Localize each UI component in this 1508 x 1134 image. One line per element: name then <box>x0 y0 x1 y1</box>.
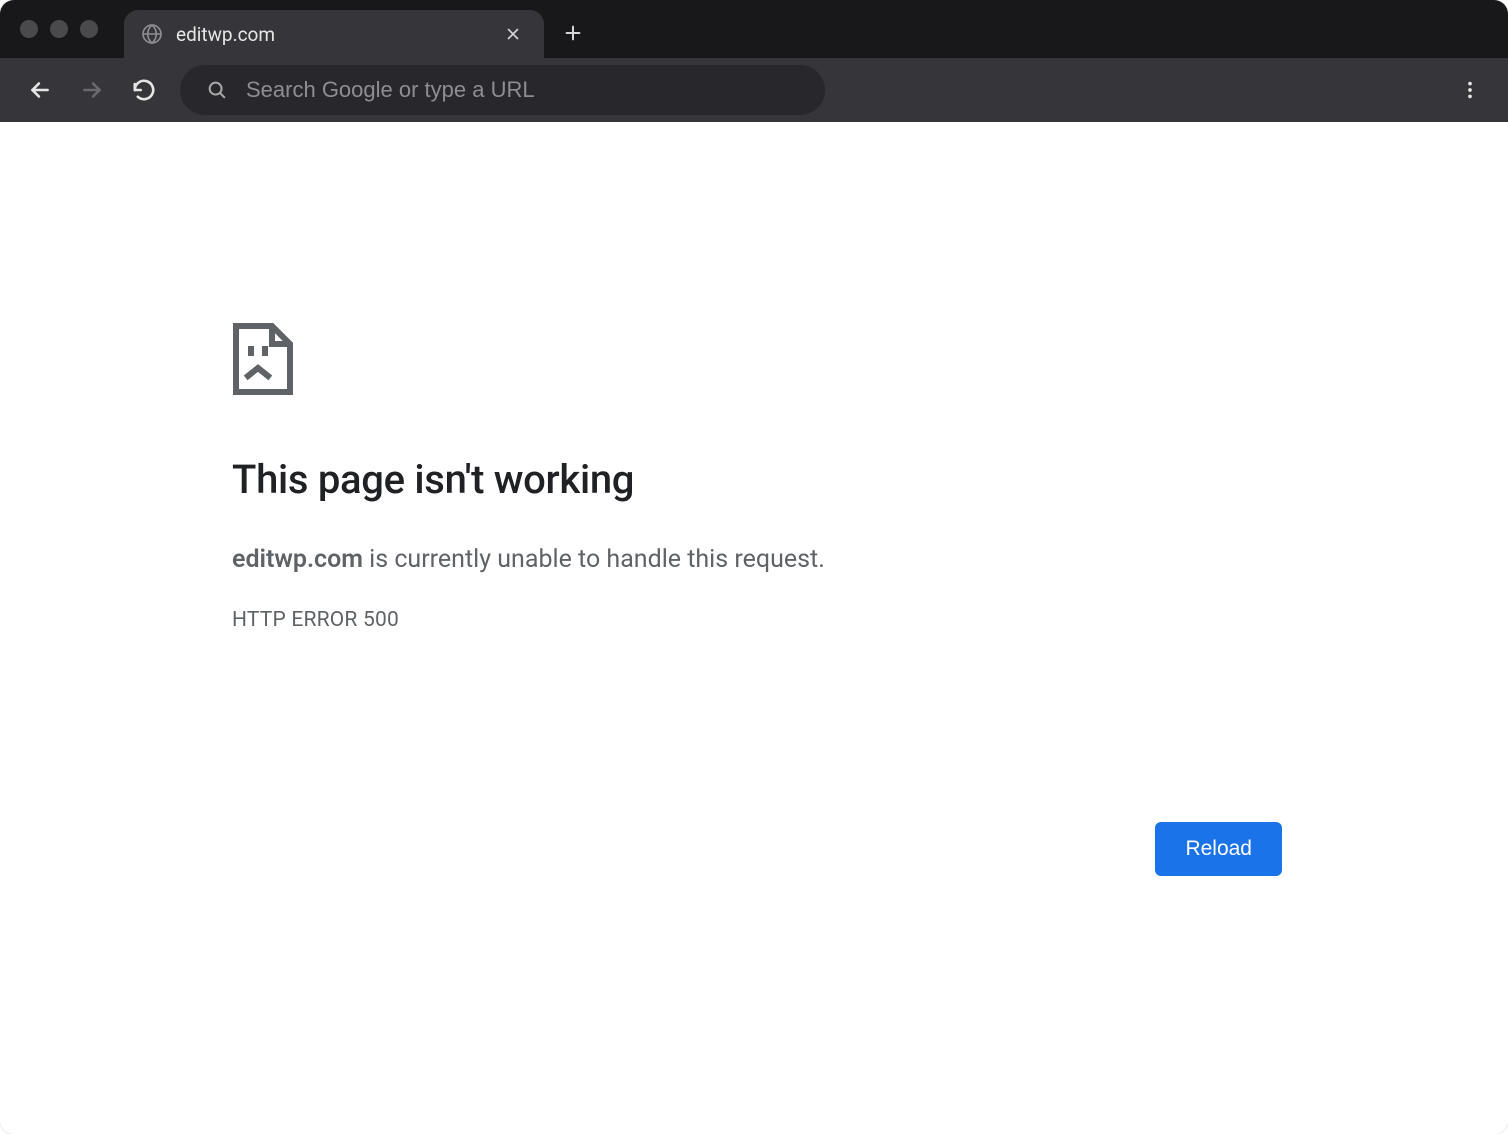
error-subtitle: editwp.com is currently unable to handle… <box>232 545 1282 574</box>
error-subtitle-suffix: is currently unable to handle this reque… <box>363 545 825 574</box>
window-controls <box>20 20 98 38</box>
page-content: This page isn't working editwp.com is cu… <box>0 122 1508 1134</box>
reload-row: Reload <box>1155 822 1282 876</box>
sad-page-icon <box>232 322 1282 396</box>
address-bar[interactable] <box>180 65 825 115</box>
browser-window: editwp.com <box>0 0 1508 1134</box>
close-icon[interactable] <box>500 21 526 47</box>
back-button[interactable] <box>18 68 62 112</box>
new-tab-button[interactable] <box>550 10 596 56</box>
error-interstitial: This page isn't working editwp.com is cu… <box>232 322 1282 632</box>
forward-button[interactable] <box>70 68 114 112</box>
search-icon <box>206 79 228 101</box>
reload-button[interactable]: Reload <box>1155 822 1282 876</box>
window-zoom-button[interactable] <box>80 20 98 38</box>
toolbar <box>0 58 1508 122</box>
error-title: This page isn't working <box>232 456 1282 503</box>
browser-menu-button[interactable] <box>1448 68 1492 112</box>
address-input[interactable] <box>246 77 799 103</box>
error-code: HTTP ERROR 500 <box>232 608 1282 632</box>
tab-title: editwp.com <box>176 23 500 46</box>
globe-icon <box>140 22 164 46</box>
error-host: editwp.com <box>232 545 363 574</box>
browser-tab[interactable]: editwp.com <box>124 10 544 58</box>
window-close-button[interactable] <box>20 20 38 38</box>
window-minimize-button[interactable] <box>50 20 68 38</box>
reload-toolbar-button[interactable] <box>122 68 166 112</box>
title-bar: editwp.com <box>0 0 1508 58</box>
